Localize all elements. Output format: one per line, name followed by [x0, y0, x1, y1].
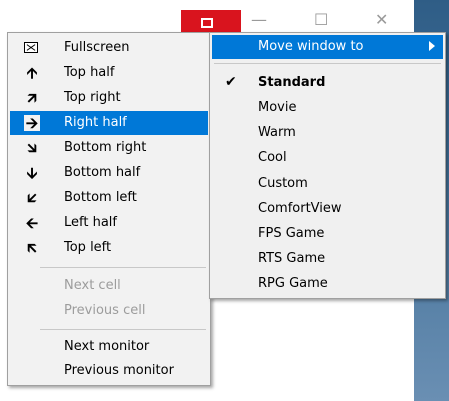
menu-item-rts-game[interactable]: RTS Game	[212, 247, 443, 271]
menu-item-standard[interactable]: ✔ Standard	[212, 71, 443, 95]
arrow-down-icon: 🡫	[26, 164, 38, 182]
arrow-up-right-icon: 🡭	[27, 89, 37, 107]
window-icon	[201, 18, 213, 28]
chevron-right-icon	[429, 41, 435, 51]
menu-item-bottom-left[interactable]: 🡯 Bottom left	[10, 186, 208, 210]
menu-item-bottom-right[interactable]: 🡮 Bottom right	[10, 136, 208, 160]
arrow-left-icon: 🡨	[25, 214, 39, 232]
close-button[interactable]: ✕	[375, 12, 388, 28]
menu-item-top-half[interactable]: 🡩 Top half	[10, 61, 208, 85]
color-preset-submenu: Move window to ✔ Standard Movie Warm Coo…	[209, 32, 446, 299]
menu-item-next-monitor[interactable]: Next monitor	[10, 335, 208, 359]
menu-item-comfortview[interactable]: ComfortView	[212, 197, 443, 221]
menu-item-warm[interactable]: Warm	[212, 121, 443, 145]
menu-separator	[40, 267, 206, 268]
menu-separator	[40, 329, 206, 330]
app-icon-button[interactable]	[181, 10, 241, 32]
arrow-down-right-icon: 🡮	[27, 139, 37, 157]
menu-item-right-half[interactable]: 🡪 Right half	[10, 111, 208, 135]
menu-item-fps-game[interactable]: FPS Game	[212, 222, 443, 246]
arrow-down-left-icon: 🡯	[27, 189, 37, 207]
arrow-right-icon: 🡪	[24, 114, 40, 132]
arrow-up-icon: 🡩	[26, 64, 38, 82]
checkmark-icon: ✔	[225, 74, 237, 90]
menu-item-movie[interactable]: Movie	[212, 96, 443, 120]
fullscreen-icon	[24, 42, 38, 53]
menu-item-cool[interactable]: Cool	[212, 146, 443, 170]
menu-item-fullscreen[interactable]: Fullscreen	[10, 36, 208, 60]
arrow-up-left-icon: 🡬	[27, 239, 37, 257]
menu-item-rpg-game[interactable]: RPG Game	[212, 272, 443, 296]
menu-item-move-window-to[interactable]: Move window to	[212, 35, 443, 59]
menu-separator	[214, 63, 441, 64]
menu-item-previous-monitor[interactable]: Previous monitor	[10, 359, 208, 383]
window-position-menu: Fullscreen 🡩 Top half 🡭 Top right 🡪 Righ…	[7, 32, 211, 386]
menu-item-custom[interactable]: Custom	[212, 172, 443, 196]
menu-item-next-cell: Next cell	[64, 278, 121, 293]
menu-item-bottom-half[interactable]: 🡫 Bottom half	[10, 161, 208, 185]
menu-item-top-right[interactable]: 🡭 Top right	[10, 86, 208, 110]
maximize-button[interactable]: ☐	[314, 12, 328, 28]
menu-item-top-left[interactable]: 🡬 Top left	[10, 236, 208, 260]
minimize-button[interactable]: —	[251, 12, 267, 28]
menu-item-previous-cell: Previous cell	[64, 303, 146, 318]
menu-item-left-half[interactable]: 🡨 Left half	[10, 211, 208, 235]
